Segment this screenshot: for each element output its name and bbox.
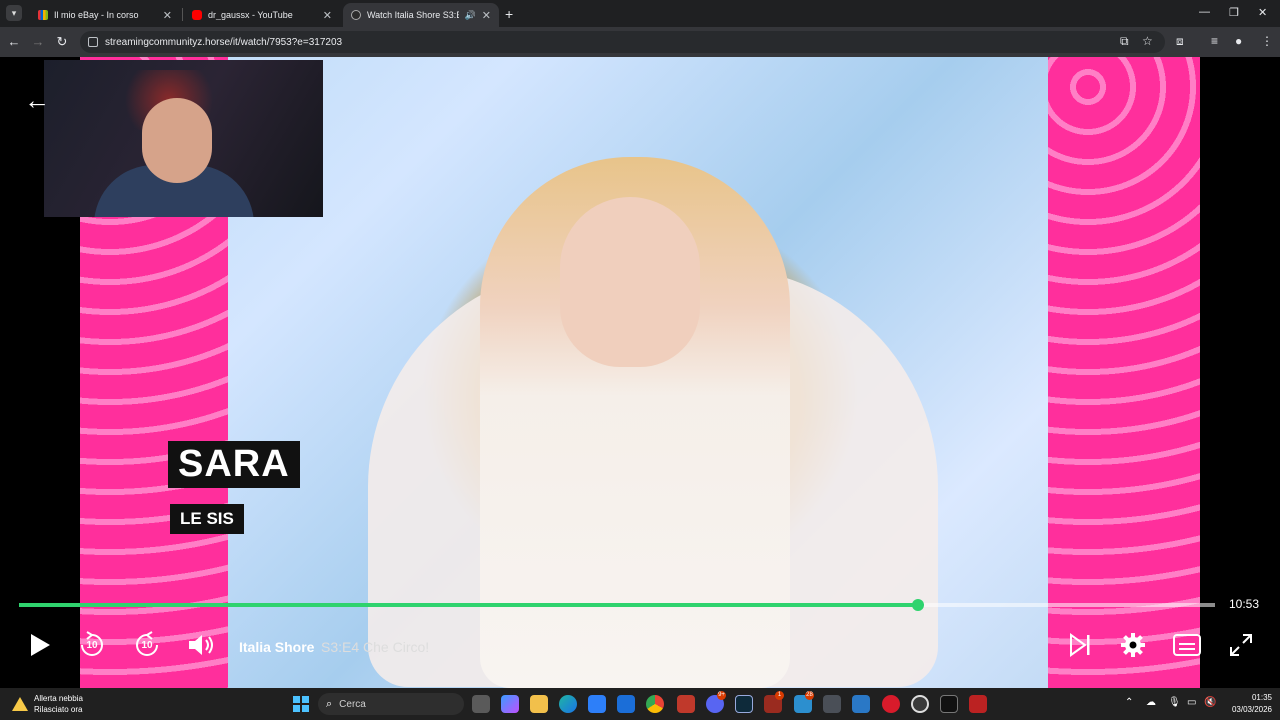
time-remaining: 10:53	[1229, 597, 1260, 611]
forward-seconds: 10	[141, 639, 153, 651]
discord-badge: 9+	[717, 691, 726, 700]
chrome-icon[interactable]	[646, 695, 664, 713]
minimize-icon[interactable]: —	[1199, 6, 1210, 18]
rewind-seconds: 10	[86, 639, 98, 651]
tab-title: dr_gaussx - YouTube	[208, 10, 293, 20]
tab-youtube[interactable]: dr_gaussx - YouTube ✕	[184, 3, 340, 27]
browser-tab-strip: ▾ Il mio eBay - In corso ✕ dr_gaussx - Y…	[0, 0, 1280, 27]
video-decor-right	[1048, 57, 1200, 688]
browser-toolbar: ← → ↻ streamingcommunityz.horse/it/watch…	[0, 27, 1280, 57]
video-player[interactable]: ← SARA LE SIS 10:53 10 10 Italia Shore S…	[0, 57, 1280, 688]
ebay-favicon-icon	[38, 10, 48, 20]
youtube-favicon-icon	[192, 10, 202, 20]
next-episode-icon	[1070, 633, 1090, 657]
tab-watch-italia-shore[interactable]: Watch Italia Shore S3:E4 🔊 ✕	[343, 3, 499, 27]
search-icon: ⌕	[326, 697, 333, 710]
progress-bar[interactable]	[19, 599, 1215, 611]
close-tab-icon[interactable]: ✕	[482, 9, 491, 22]
webcam-person-head	[142, 98, 212, 183]
site-favicon-icon	[351, 10, 361, 20]
progress-fill	[19, 603, 919, 607]
speaker-icon[interactable]: 🔊	[465, 10, 476, 21]
close-window-icon[interactable]: ✕	[1258, 6, 1267, 19]
app-c-icon[interactable]	[911, 695, 929, 713]
tab-ebay[interactable]: Il mio eBay - In corso ✕	[30, 3, 180, 27]
volume-icon	[189, 635, 213, 655]
taskbar-search[interactable]: ⌕ Cerca	[318, 693, 464, 715]
app-l-icon[interactable]	[735, 695, 753, 713]
fullscreen-button[interactable]	[1228, 631, 1254, 659]
play-button[interactable]	[26, 631, 54, 659]
forward-button[interactable]: →	[30, 34, 46, 49]
forward-10-button[interactable]: 10	[133, 631, 161, 659]
filezilla-icon[interactable]	[677, 695, 695, 713]
clock-date: 03/03/2026	[1231, 705, 1272, 714]
store-icon[interactable]	[588, 695, 606, 713]
volume-muted-icon[interactable]: 🔇	[1204, 697, 1216, 708]
system-clock[interactable]: 01:35 03/03/2026	[1222, 692, 1272, 716]
file-explorer-icon[interactable]	[530, 695, 548, 713]
reload-button[interactable]: ↻	[54, 34, 70, 50]
lower-third-name: SARA	[168, 441, 300, 488]
settings-button[interactable]	[1119, 631, 1147, 659]
weather-subtitle: Rilasciato ora	[34, 705, 83, 714]
fullscreen-icon	[1230, 634, 1252, 656]
media-control-icon[interactable]: ≡	[1211, 34, 1218, 48]
episode-title: S3:E4 Che Circo!	[321, 639, 430, 655]
weather-widget[interactable]: Allerta nebbia Rilasciato ora	[12, 693, 83, 715]
gear-icon	[1121, 633, 1145, 657]
cloud-icon[interactable]: ☁	[1146, 697, 1156, 708]
network-icon[interactable]: ▭	[1187, 697, 1196, 708]
video-face	[560, 197, 700, 367]
back-button[interactable]: ←	[6, 34, 22, 49]
app-blue-badge: 28	[805, 691, 814, 700]
tab-title: Watch Italia Shore S3:E4	[367, 10, 459, 20]
microphone-icon[interactable]: 🎙	[1168, 697, 1181, 708]
new-tab-button[interactable]: +	[505, 6, 513, 22]
next-episode-button[interactable]	[1067, 631, 1093, 659]
terminal-icon[interactable]	[940, 695, 958, 713]
menu-icon[interactable]: ⋮	[1261, 34, 1273, 48]
webcam-overlay	[44, 60, 323, 217]
windows-taskbar: Allerta nebbia Rilasciato ora ⌕ Cerca 9+…	[0, 688, 1280, 720]
show-title: Italia Shore	[239, 639, 315, 655]
warning-icon	[12, 697, 28, 711]
vscode-icon[interactable]	[852, 695, 870, 713]
task-view-icon[interactable]	[472, 695, 490, 713]
show-hidden-icons[interactable]: ⌃	[1125, 697, 1133, 708]
app-red-badge: 1	[775, 691, 784, 700]
copilot-icon[interactable]	[501, 695, 519, 713]
url-text: streamingcommunityz.horse/it/watch/7953?…	[105, 36, 343, 48]
volume-button[interactable]	[186, 631, 216, 659]
lower-third-subtitle: LE SIS	[170, 504, 244, 534]
bookmark-star-icon[interactable]: ☆	[1142, 34, 1153, 48]
calculator-icon[interactable]	[823, 695, 841, 713]
subtitles-icon	[1173, 634, 1201, 656]
close-tab-icon[interactable]: ✕	[163, 9, 172, 22]
play-icon	[31, 634, 50, 656]
restore-icon[interactable]: ❐	[1229, 6, 1239, 19]
profile-avatar[interactable]: ●	[1235, 34, 1242, 48]
tab-title: Il mio eBay - In corso	[54, 10, 139, 20]
clock-time: 01:35	[1251, 693, 1272, 702]
player-back-icon[interactable]: ←	[24, 85, 50, 116]
subtitles-button[interactable]	[1172, 631, 1202, 659]
extensions-icon[interactable]: ⧈	[1176, 34, 1184, 49]
site-info-icon[interactable]	[88, 37, 98, 47]
tab-search-icon[interactable]: ▾	[6, 5, 22, 21]
app-news-icon[interactable]	[969, 695, 987, 713]
address-bar[interactable]: streamingcommunityz.horse/it/watch/7953?…	[80, 31, 1165, 53]
edge-icon[interactable]	[559, 695, 577, 713]
opera-icon[interactable]	[882, 695, 900, 713]
search-label: Cerca	[339, 698, 366, 710]
tab-separator	[182, 8, 183, 21]
start-button[interactable]	[293, 696, 309, 712]
mail-icon[interactable]	[617, 695, 635, 713]
rewind-10-button[interactable]: 10	[78, 631, 106, 659]
close-tab-icon[interactable]: ✕	[323, 9, 332, 22]
weather-title: Allerta nebbia	[34, 694, 83, 703]
cast-icon[interactable]: ⧉	[1120, 34, 1129, 49]
